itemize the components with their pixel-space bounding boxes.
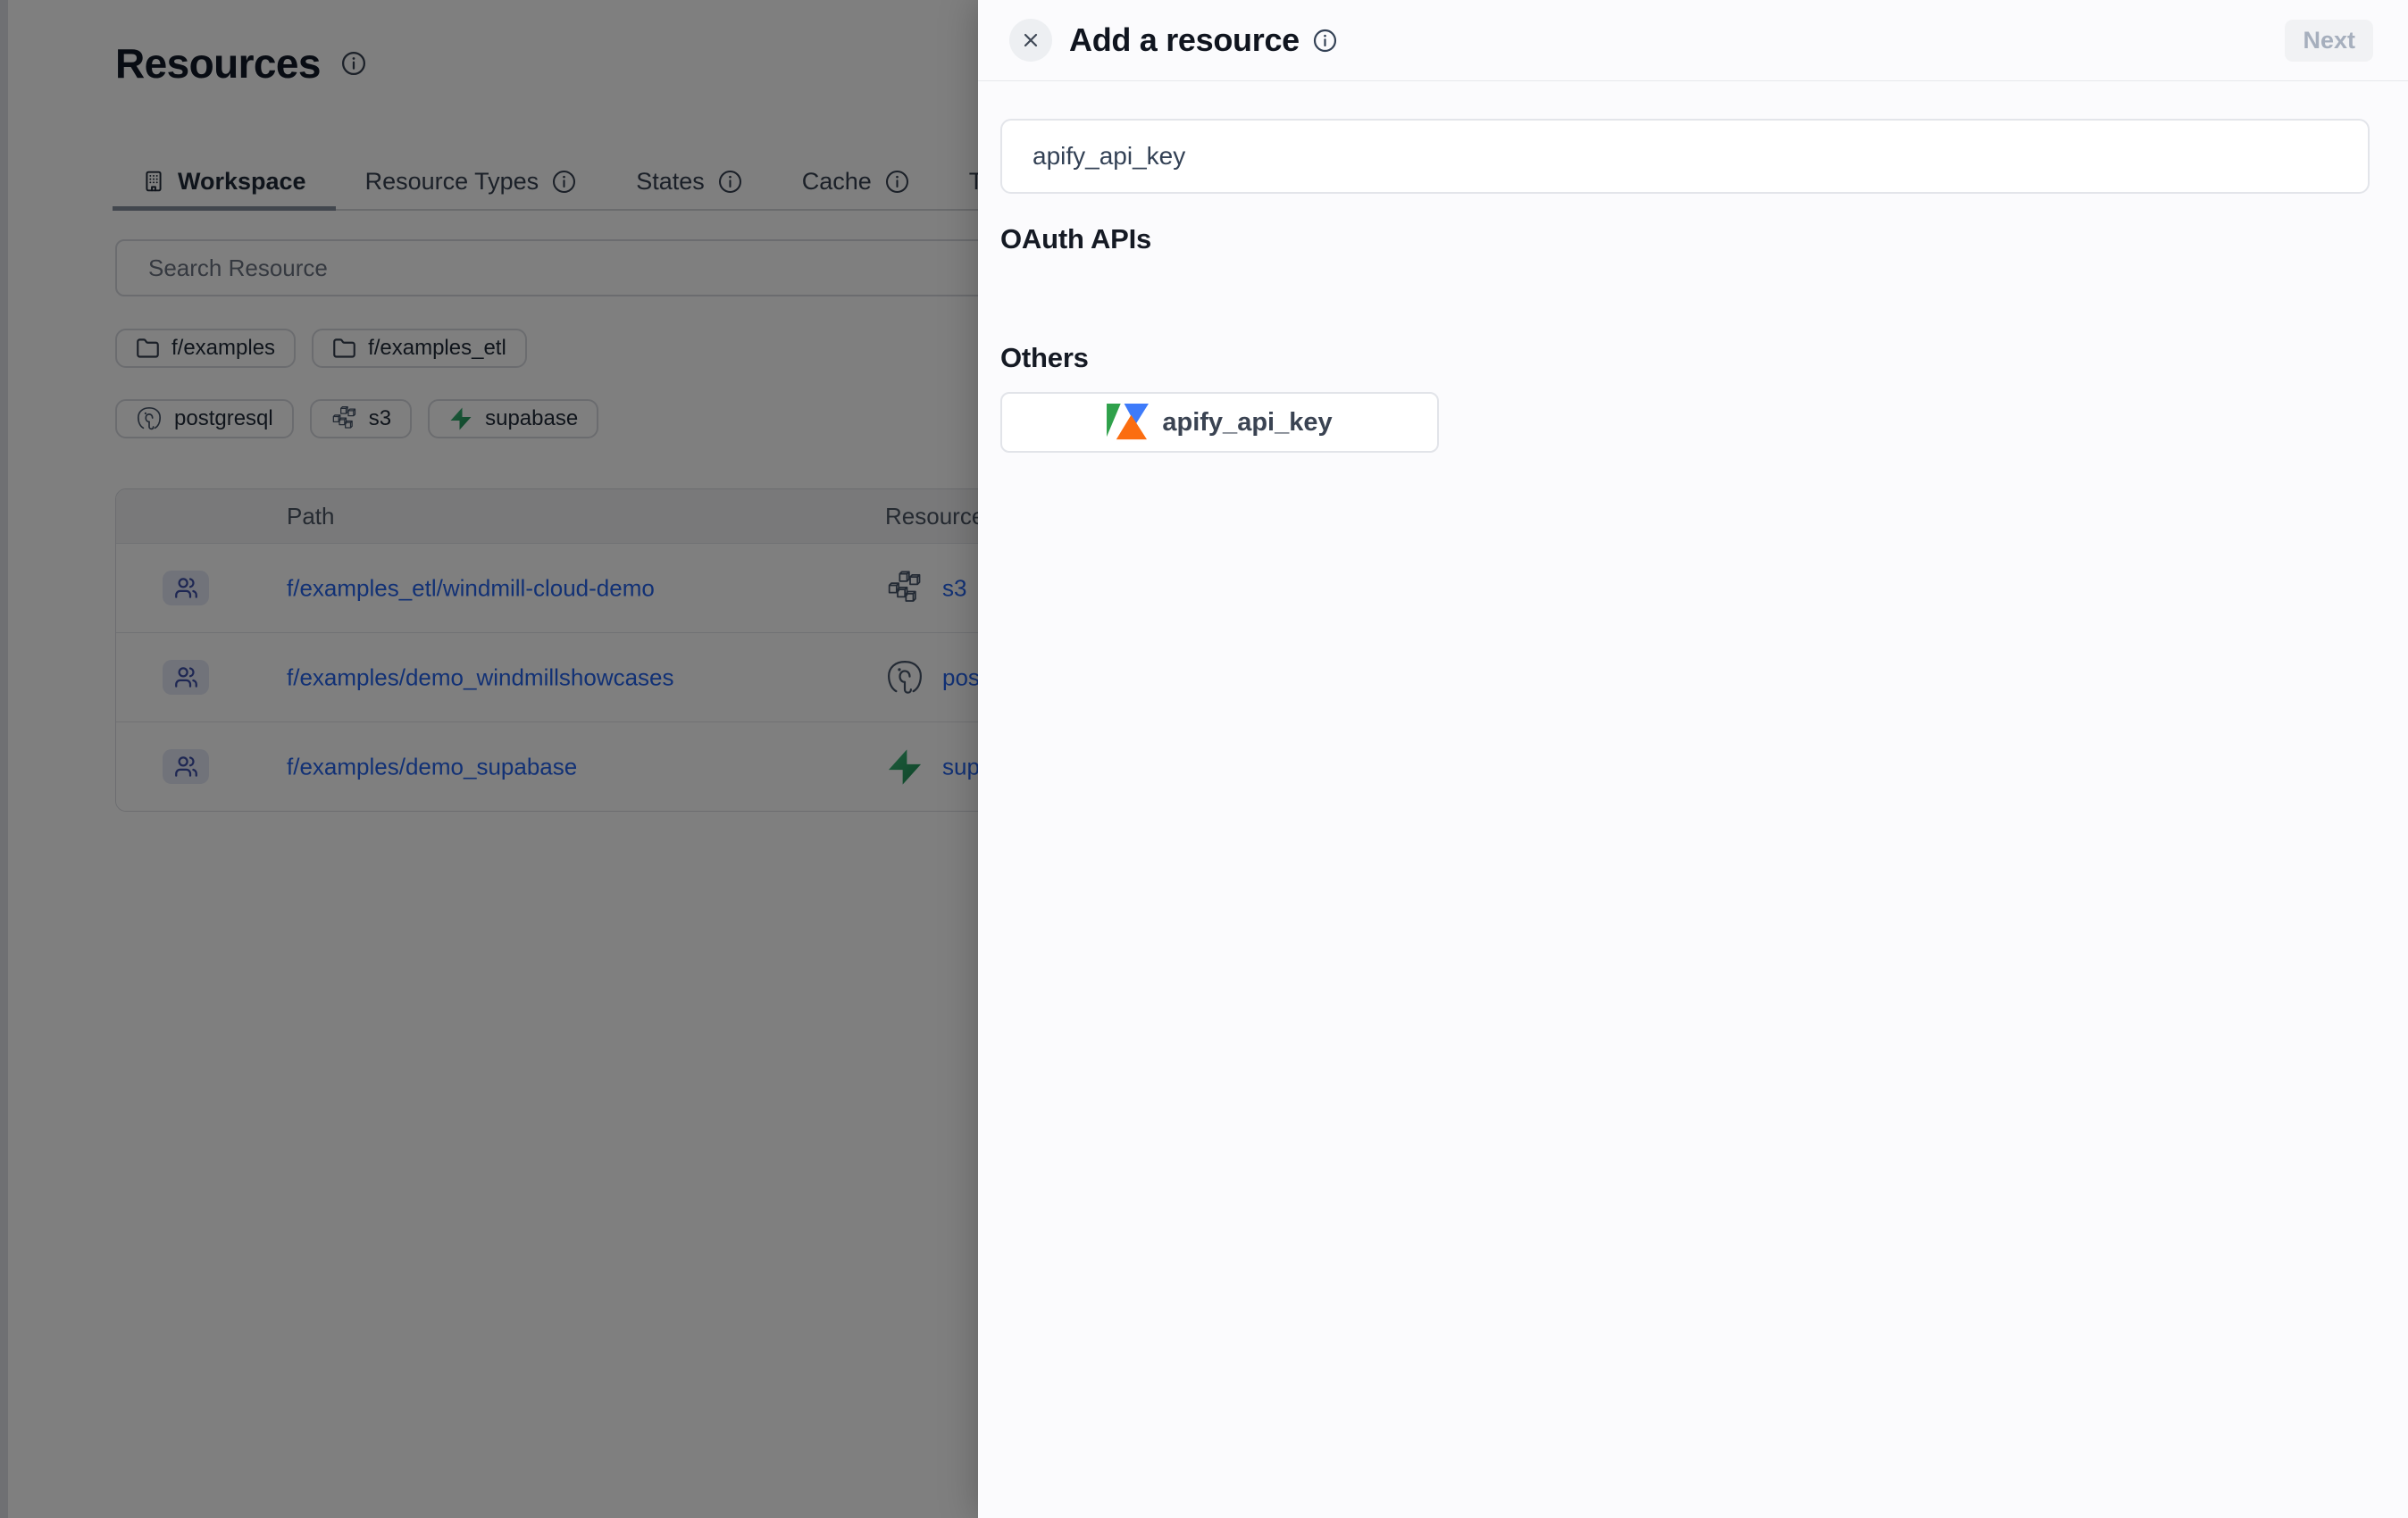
resource-type-search-input[interactable]	[1000, 119, 2370, 194]
resource-type-card-label: apify_api_key	[1162, 408, 1332, 438]
drawer-title: Add a resource	[1069, 21, 1300, 59]
app-root: Resources Workspace Resource T	[0, 0, 2408, 1518]
others-list: apify_api_key	[1000, 392, 2370, 453]
info-icon[interactable]	[1312, 28, 1338, 54]
drawer-header: Add a resource Next	[978, 0, 2408, 81]
drawer-body: OAuth APIs Others apify_api_key	[978, 81, 2408, 453]
resource-type-card-apify[interactable]: apify_api_key	[1000, 392, 1439, 453]
apify-logo-icon	[1107, 404, 1149, 442]
oauth-apis-empty-list	[1000, 255, 2370, 342]
section-heading-others: Others	[1000, 342, 2370, 374]
section-heading-oauth-apis: OAuth APIs	[1000, 223, 2370, 255]
next-button[interactable]: Next	[2285, 20, 2373, 62]
close-button[interactable]	[1009, 19, 1052, 62]
add-resource-drawer: Add a resource Next OAuth APIs Others	[978, 0, 2408, 1518]
